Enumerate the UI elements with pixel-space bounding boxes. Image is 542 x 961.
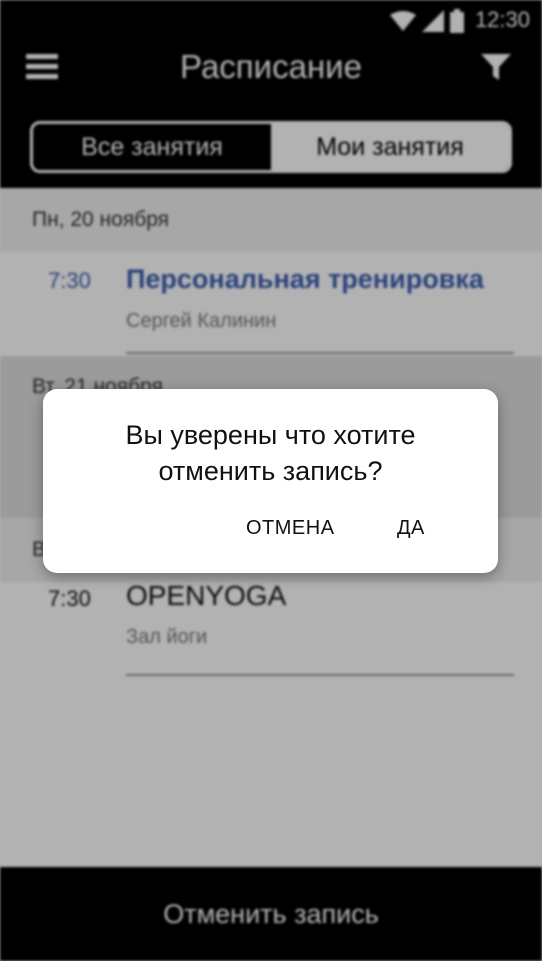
dialog-message: Вы уверены что хотите отменить запись? (43, 417, 498, 489)
dialog-message-line: отменить запись? (158, 456, 383, 486)
dialog-message-line: Вы уверены что хотите (125, 420, 416, 450)
app-screen: 12:30 Расписание Все занятия Мои занятия… (0, 0, 542, 961)
confirm-dialog: Вы уверены что хотите отменить запись? О… (43, 389, 498, 573)
dialog-cancel-button[interactable]: ОТМЕНА (246, 517, 335, 540)
dialog-confirm-button[interactable]: ДА (397, 517, 425, 540)
